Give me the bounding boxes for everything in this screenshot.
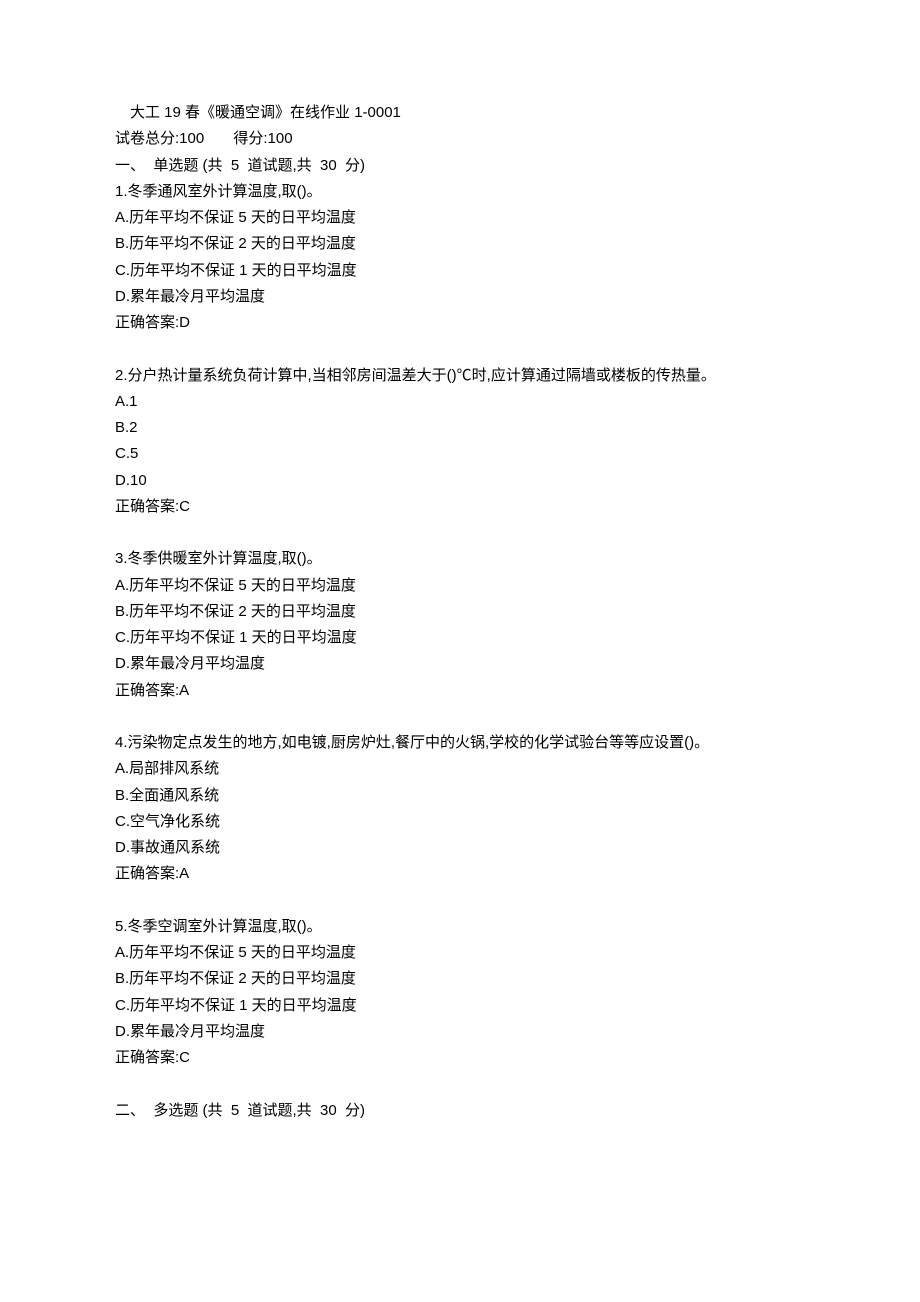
question-option: C.历年平均不保证 1 天的日平均温度 [115,993,805,1019]
question-option: D.事故通风系统 [115,835,805,861]
question-option: B.历年平均不保证 2 天的日平均温度 [115,966,805,992]
question-stem: 3.冬季供暖室外计算温度,取()。 [115,546,805,572]
question-option: D.累年最冷月平均温度 [115,1019,805,1045]
question-answer: 正确答案:C [115,494,805,520]
question-option: B.2 [115,415,805,441]
exam-document: 大工 19 春《暖通空调》在线作业 1-0001 试卷总分:100 得分:100… [0,0,920,1184]
question-answer: 正确答案:A [115,861,805,887]
question-option: B.全面通风系统 [115,783,805,809]
question-option: C.5 [115,441,805,467]
question-option: B.历年平均不保证 2 天的日平均温度 [115,599,805,625]
blank-line [115,336,805,362]
blank-line [115,888,805,914]
score-line: 试卷总分:100 得分:100 [115,126,805,152]
question-option: C.历年平均不保证 1 天的日平均温度 [115,258,805,284]
question-option: C.空气净化系统 [115,809,805,835]
question-option: A.历年平均不保证 5 天的日平均温度 [115,573,805,599]
question-stem: 1.冬季通风室外计算温度,取()。 [115,179,805,205]
question-answer: 正确答案:A [115,678,805,704]
question-option: B.历年平均不保证 2 天的日平均温度 [115,231,805,257]
question-stem: 5.冬季空调室外计算温度,取()。 [115,914,805,940]
exam-title: 大工 19 春《暖通空调》在线作业 1-0001 [115,100,805,126]
question-option: D.10 [115,468,805,494]
question-option: A.1 [115,389,805,415]
question-answer: 正确答案:D [115,310,805,336]
blank-line [115,1071,805,1097]
question-option: A.历年平均不保证 5 天的日平均温度 [115,205,805,231]
blank-line [115,704,805,730]
question-option: D.累年最冷月平均温度 [115,284,805,310]
question-answer: 正确答案:C [115,1045,805,1071]
question-option: C.历年平均不保证 1 天的日平均温度 [115,625,805,651]
section2-heading: 二、 多选题 (共 5 道试题,共 30 分) [115,1098,805,1124]
blank-line [115,520,805,546]
question-option: A.局部排风系统 [115,756,805,782]
question-stem: 2.分户热计量系统负荷计算中,当相邻房间温差大于()℃时,应计算通过隔墙或楼板的… [115,363,805,389]
section1-heading: 一、 单选题 (共 5 道试题,共 30 分) [115,153,805,179]
question-option: A.历年平均不保证 5 天的日平均温度 [115,940,805,966]
question-option: D.累年最冷月平均温度 [115,651,805,677]
question-stem: 4.污染物定点发生的地方,如电镀,厨房炉灶,餐厅中的火锅,学校的化学试验台等等应… [115,730,805,756]
